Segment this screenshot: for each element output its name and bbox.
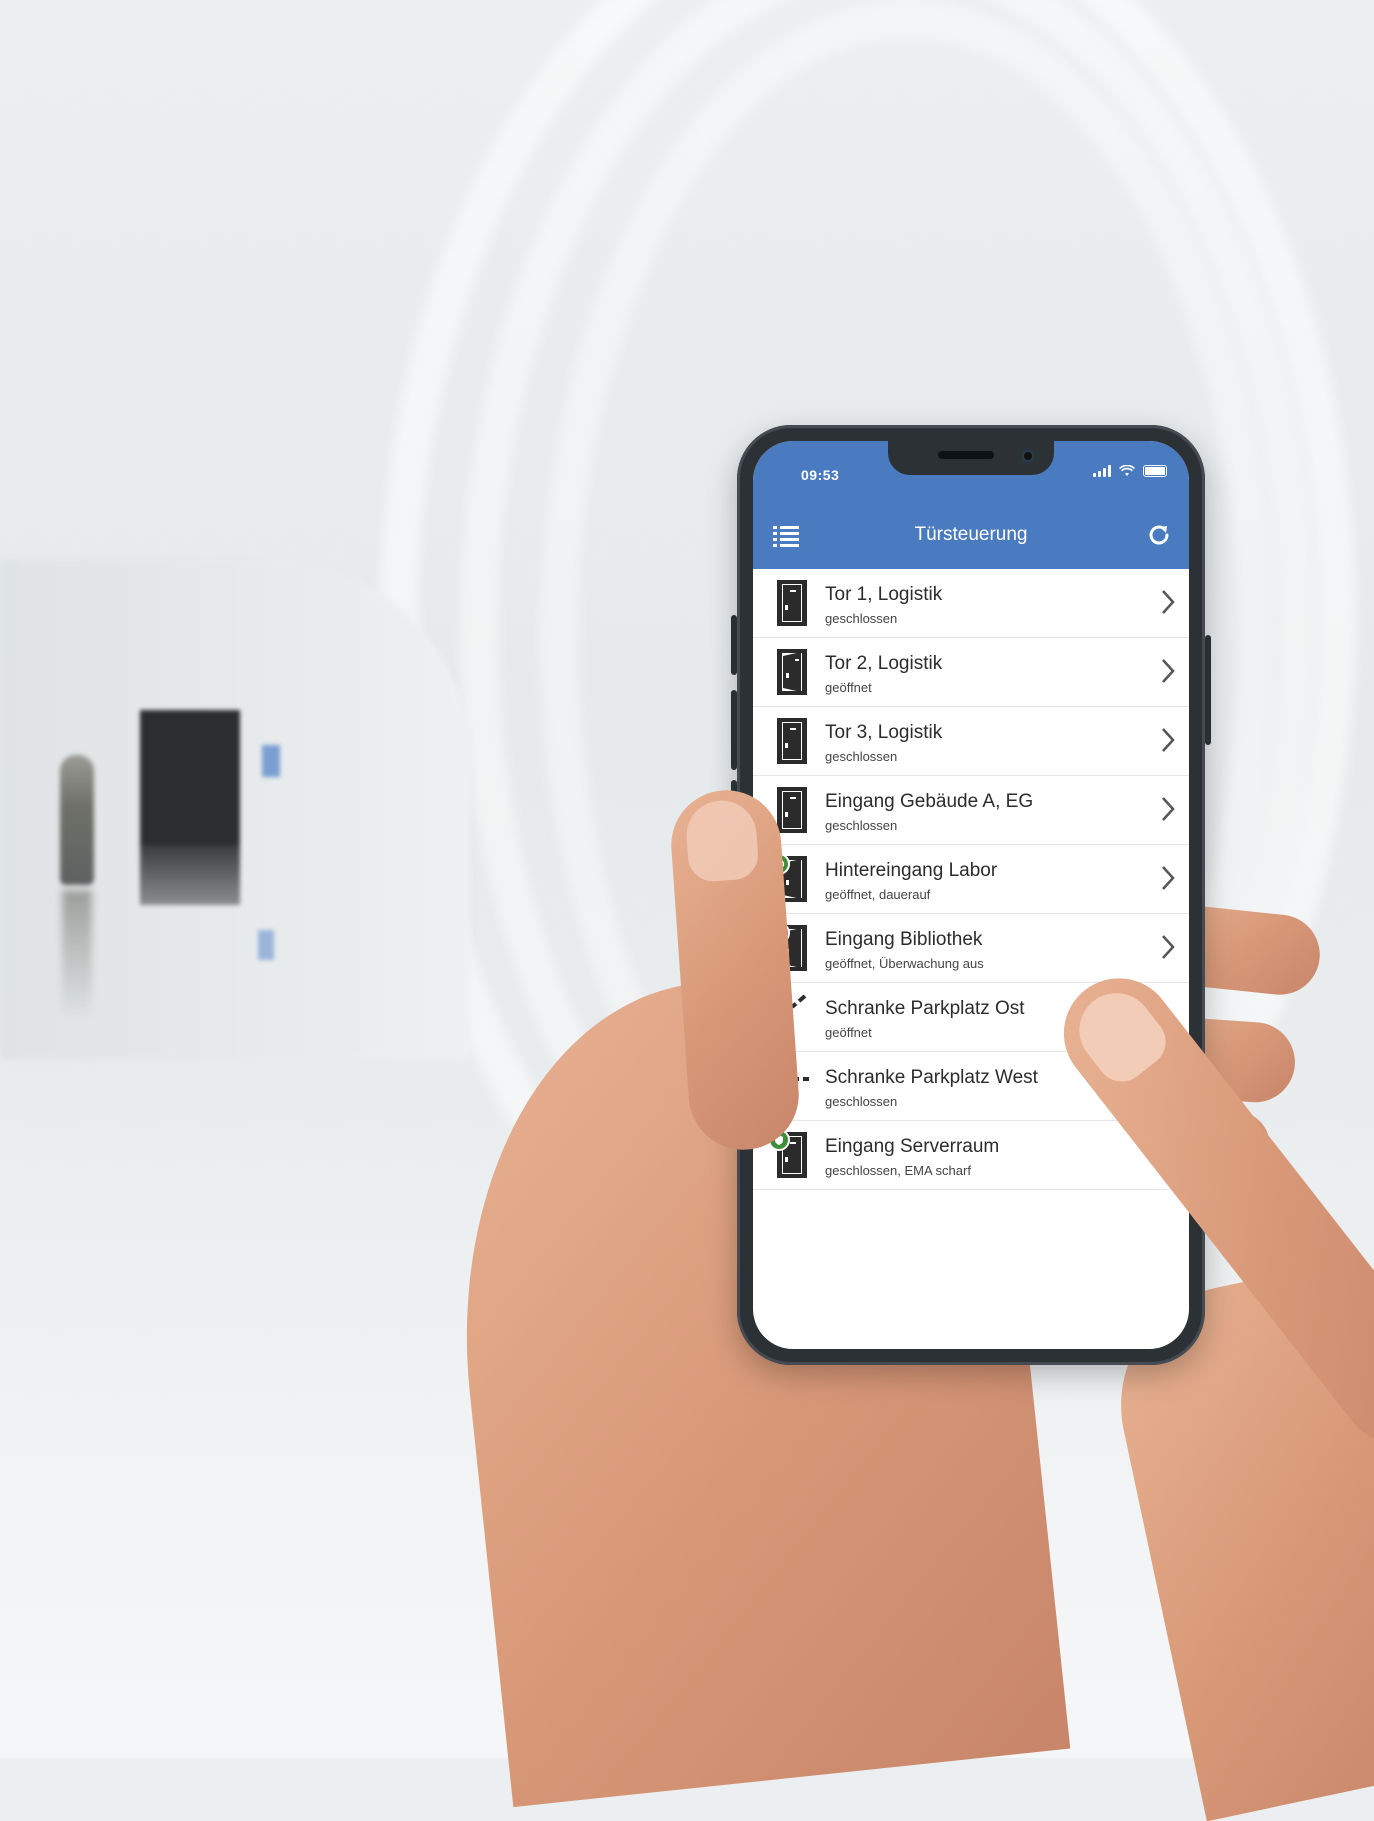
speaker xyxy=(938,451,994,459)
door-name: Tor 3, Logistik xyxy=(825,722,943,743)
door-status: geöffnet xyxy=(825,680,872,695)
doorway xyxy=(140,710,240,905)
status-time: 09:53 xyxy=(801,467,840,483)
door-open-icon xyxy=(777,649,807,695)
door-name: Tor 2, Logistik xyxy=(825,653,943,674)
chevron-right-icon xyxy=(1162,797,1175,821)
door-closed-icon xyxy=(777,580,807,626)
chevron-right-icon xyxy=(1162,590,1175,614)
chevron-right-icon xyxy=(1162,935,1175,959)
navigation-bar: Türsteuerung xyxy=(753,501,1189,569)
refresh-button[interactable] xyxy=(1145,521,1173,549)
door-name: Schranke Parkplatz Ost xyxy=(825,998,1025,1019)
wifi-icon xyxy=(1119,465,1135,476)
door-closed-icon xyxy=(777,718,807,764)
door-status: geschlossen xyxy=(825,818,898,833)
door-row-hintereingang-labor[interactable]: Hintereingang Labor geöffnet, dauerauf xyxy=(753,845,1189,914)
notch xyxy=(888,441,1054,475)
door-status: geöffnet, dauerauf xyxy=(825,887,931,902)
chevron-right-icon xyxy=(1162,659,1175,683)
door-status: geöffnet, Überwachung aus xyxy=(825,956,984,971)
door-status: geschlossen, EMA scharf xyxy=(825,1163,971,1178)
door-status: geschlossen xyxy=(825,1094,898,1109)
chevron-right-icon xyxy=(1162,728,1175,752)
door-name: Eingang Serverraum xyxy=(825,1136,1000,1157)
page-title: Türsteuerung xyxy=(914,524,1028,545)
person-figure xyxy=(60,755,94,885)
door-status: geschlossen xyxy=(825,749,898,764)
battery-icon xyxy=(1143,465,1167,477)
door-row-tor-1[interactable]: Tor 1, Logistik geschlossen xyxy=(753,569,1189,638)
chevron-right-icon xyxy=(1162,866,1175,890)
door-closed-icon xyxy=(777,787,807,833)
door-row-eingang-gebaeude-a[interactable]: Eingang Gebäude A, EG geschlossen xyxy=(753,776,1189,845)
door-name: Hintereingang Labor xyxy=(825,860,998,881)
front-camera xyxy=(1021,449,1035,463)
refresh-icon xyxy=(1149,525,1169,545)
door-row-tor-3[interactable]: Tor 3, Logistik geschlossen xyxy=(753,707,1189,776)
door-name: Eingang Gebäude A, EG xyxy=(825,791,1034,812)
cellular-signal-icon xyxy=(1093,465,1111,477)
app-screen: 09:53 Türsteuerung Tor 1, Logistik gesch… xyxy=(753,441,1189,1349)
smartphone: 09:53 Türsteuerung Tor 1, Logistik gesch… xyxy=(731,425,1211,1365)
door-row-tor-2[interactable]: Tor 2, Logistik geöffnet xyxy=(753,638,1189,707)
door-name: Tor 1, Logistik xyxy=(825,584,943,605)
door-row-eingang-bibliothek[interactable]: Eingang Bibliothek geöffnet, Überwachung… xyxy=(753,914,1189,983)
door-name: Eingang Bibliothek xyxy=(825,929,983,950)
door-name: Schranke Parkplatz West xyxy=(825,1067,1038,1088)
door-row-eingang-serverraum[interactable]: Eingang Serverraum geschlossen, EMA scha… xyxy=(753,1121,1189,1190)
door-status: geschlossen xyxy=(825,611,898,626)
door-status: geöffnet xyxy=(825,1025,872,1040)
